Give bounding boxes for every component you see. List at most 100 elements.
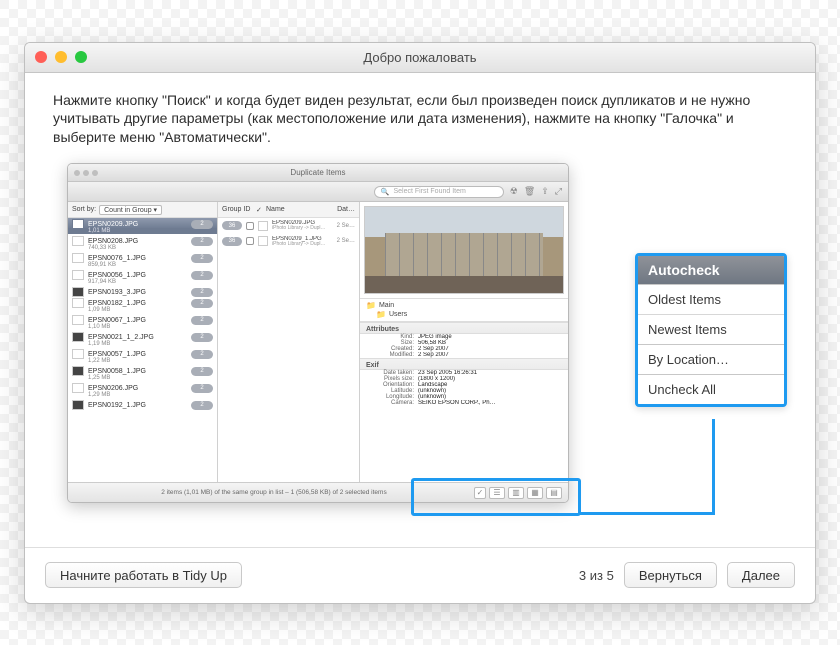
group-item-list[interactable]: 36EPSN0209.JPGiPhoto Library -> Dupl…2 S…	[218, 218, 359, 482]
tutorial-stage: Duplicate Items 🔍 Select First Found Ite…	[53, 163, 787, 533]
file-name: EPSN0192_1.JPG	[88, 402, 187, 409]
thumbnail-icon	[72, 236, 84, 246]
welcome-window: Добро пожаловать Нажмите кнопку "Поиск" …	[24, 42, 816, 604]
attributes-heading: Attributes	[360, 322, 568, 334]
file-name: EPSN0209_1.JPGiPhoto Library -> Dupl…	[272, 236, 326, 248]
menu-newest-items[interactable]: Newest Items	[638, 314, 784, 344]
inner-footer: 2 items (1,01 MB) of the same group in l…	[68, 482, 568, 502]
trash-icon[interactable]: 🗑	[524, 186, 535, 197]
page-indicator: 3 из 5	[579, 568, 614, 583]
inner-app-window: Duplicate Items 🔍 Select First Found Ite…	[67, 163, 569, 503]
count-badge: 2	[191, 316, 213, 325]
file-name: EPSN0193_3.JPG	[88, 289, 187, 296]
image-preview	[364, 206, 564, 294]
file-list[interactable]: EPSN0209.JPG21,01 MBEPSN0208.JPG2740,33 …	[68, 218, 217, 482]
count-badge: 2	[191, 237, 213, 246]
checkbox[interactable]	[246, 237, 254, 245]
inner-titlebar: Duplicate Items	[68, 164, 568, 182]
file-size: 1,29 MB	[68, 392, 217, 398]
minimize-icon[interactable]	[55, 51, 67, 63]
export-icon[interactable]: ⇪	[541, 186, 549, 197]
count-badge: 2	[191, 350, 213, 359]
window-title: Добро пожаловать	[25, 50, 815, 65]
count-badge: 2	[191, 401, 213, 410]
exif-heading: Exif	[360, 358, 568, 370]
file-name: EPSN0076_1.JPG	[88, 255, 187, 262]
count-badge: 2	[191, 220, 213, 229]
view-columns-icon[interactable]: ▥	[508, 487, 524, 499]
menu-uncheck-all[interactable]: Uncheck All	[638, 374, 784, 404]
zoom-icon[interactable]	[75, 51, 87, 63]
view-grid-icon[interactable]: ▦	[527, 487, 543, 499]
folder-main: Main	[366, 301, 562, 310]
thumbnail-icon	[72, 400, 84, 410]
file-size: 1,01 MB	[68, 228, 217, 234]
folder-users: Users	[366, 310, 562, 319]
file-name: EPSN0067_1.JPG	[88, 317, 187, 324]
autocheck-menu: Autocheck Oldest Items Newest Items By L…	[635, 253, 787, 407]
menu-oldest-items[interactable]: Oldest Items	[638, 284, 784, 314]
thumbnail-icon	[72, 315, 84, 325]
group-item[interactable]: 36EPSN0209.JPGiPhoto Library -> Dupl…2 S…	[218, 218, 359, 234]
view-list-icon[interactable]: ☰	[489, 487, 505, 499]
file-name: EPSN0021_1_2.JPG	[88, 334, 187, 341]
count-badge: 2	[191, 271, 213, 280]
file-size: 859,91 KB	[68, 262, 217, 268]
checkbox[interactable]	[246, 222, 254, 230]
thumbnail-icon	[72, 332, 84, 342]
connector-line	[712, 419, 715, 515]
list-item[interactable]: EPSN0192_1.JPG 2	[68, 399, 217, 410]
inner-toolbar: 🔍 Select First Found Item ☢ 🗑 ⇪ ⤢	[68, 182, 568, 202]
file-date: 2 Se…	[337, 223, 355, 229]
col-group: Group ID	[222, 206, 256, 213]
list-item[interactable]: EPSN0193_3.JPG2	[68, 286, 217, 297]
file-size: 917,94 KB	[68, 279, 217, 285]
folder-tree[interactable]: Main Users	[360, 298, 568, 322]
connector-line	[579, 512, 713, 515]
group-panel: Group ID ✓ Name Dat… 36EPSN0209.JPGiPhot…	[218, 202, 360, 482]
search-icon: 🔍	[381, 188, 390, 196]
file-size: 1,19 MB	[68, 341, 217, 347]
thumbnail-icon	[258, 236, 268, 246]
close-icon[interactable]	[35, 51, 47, 63]
menu-autocheck[interactable]: Autocheck	[638, 256, 784, 284]
expand-icon[interactable]: ⤢	[555, 186, 562, 197]
group-item[interactable]: 36EPSN0209_1.JPGiPhoto Library -> Dupl…2…	[218, 234, 359, 250]
window-controls	[25, 51, 87, 63]
hazard-icon[interactable]: ☢	[510, 186, 518, 197]
thumbnail-icon	[72, 253, 84, 263]
next-button[interactable]: Далее	[727, 562, 795, 588]
thumbnail-icon	[72, 219, 84, 229]
wizard-footer: Начните работать в Tidy Up 3 из 5 Вернут…	[25, 547, 815, 603]
file-date: 2 Se…	[337, 238, 355, 244]
menu-by-location[interactable]: By Location…	[638, 344, 784, 374]
col-name: Name	[266, 206, 337, 213]
instruction-text: Нажмите кнопку "Поиск" и когда будет вид…	[53, 91, 787, 148]
thumbnail-icon	[72, 287, 84, 297]
thumbnail-icon	[72, 270, 84, 280]
window-body: Нажмите кнопку "Поиск" и когда будет вид…	[25, 73, 815, 547]
thumbnail-icon	[72, 383, 84, 393]
sort-label: Sort by:	[72, 206, 96, 213]
group-id-badge: 36	[222, 221, 242, 230]
start-button[interactable]: Начните работать в Tidy Up	[45, 562, 242, 588]
file-name: EPSN0057_1.JPG	[88, 351, 187, 358]
thumbnail-icon	[72, 366, 84, 376]
file-name: EPSN0209.JPG	[88, 221, 187, 228]
file-name: EPSN0206.JPG	[88, 385, 187, 392]
sort-select[interactable]: Count in Group ▾	[99, 205, 162, 215]
file-size: 1,10 MB	[68, 324, 217, 330]
count-badge: 2	[191, 367, 213, 376]
titlebar: Добро пожаловать	[25, 43, 815, 73]
count-badge: 2	[191, 299, 213, 308]
check-button[interactable]: ✓	[474, 487, 486, 499]
file-name: EPSN0056_1.JPG	[88, 272, 187, 279]
search-input[interactable]: 🔍 Select First Found Item	[374, 186, 504, 198]
file-size: 1,25 MB	[68, 375, 217, 381]
thumbnail-icon	[72, 298, 84, 308]
info-panel: Main Users Attributes Kind:JPEG image Si…	[360, 202, 568, 482]
file-size: 1,09 MB	[68, 307, 217, 313]
back-button[interactable]: Вернуться	[624, 562, 717, 588]
thumbnail-icon	[72, 349, 84, 359]
view-coverflow-icon[interactable]: ▤	[546, 487, 562, 499]
